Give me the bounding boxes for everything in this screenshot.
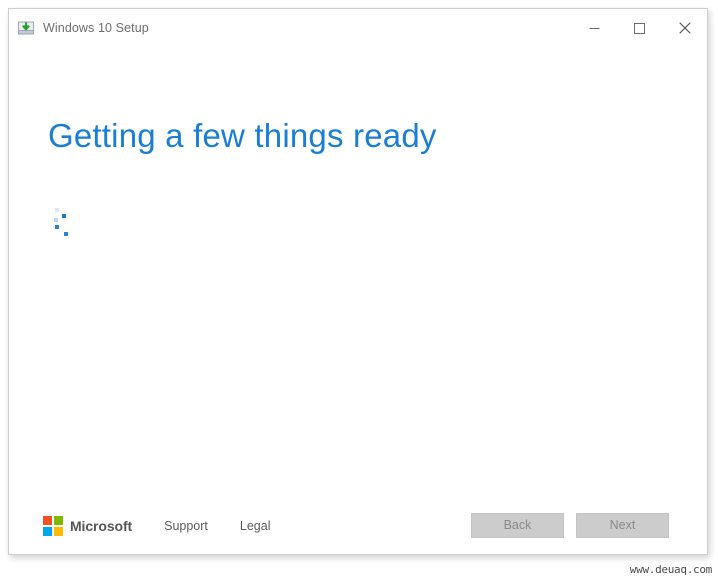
navigation-buttons: Back Next bbox=[471, 513, 669, 538]
close-button[interactable] bbox=[662, 9, 707, 47]
logo-square-yellow bbox=[54, 527, 63, 536]
close-icon bbox=[678, 22, 691, 34]
window-title: Windows 10 Setup bbox=[43, 21, 149, 35]
spinner-dot bbox=[62, 214, 66, 218]
microsoft-logo bbox=[43, 516, 63, 536]
support-link[interactable]: Support bbox=[164, 519, 208, 533]
title-bar-left: Windows 10 Setup bbox=[9, 19, 149, 37]
next-button[interactable]: Next bbox=[576, 513, 669, 538]
setup-window: Windows 10 Setup Getting a few things re… bbox=[8, 8, 708, 555]
logo-square-green bbox=[54, 516, 63, 525]
title-bar[interactable]: Windows 10 Setup bbox=[9, 9, 707, 47]
legal-link[interactable]: Legal bbox=[240, 519, 271, 533]
spinner-dot bbox=[55, 208, 59, 212]
windows-setup-download-icon bbox=[17, 19, 35, 37]
microsoft-wordmark: Microsoft bbox=[70, 518, 133, 534]
maximize-button[interactable] bbox=[617, 9, 662, 47]
loading-spinner bbox=[49, 205, 83, 245]
back-button[interactable]: Back bbox=[471, 513, 564, 538]
setup-content: Getting a few things ready Microsoft Sup… bbox=[9, 47, 707, 554]
spinner-dot bbox=[64, 232, 68, 236]
maximize-icon bbox=[634, 22, 645, 34]
footer-left-group: Microsoft Support Legal bbox=[43, 516, 270, 536]
site-watermark: www.deuaq.com bbox=[629, 563, 713, 576]
setup-footer: Microsoft Support Legal Back Next bbox=[9, 490, 707, 554]
minimize-button[interactable] bbox=[572, 9, 617, 47]
minimize-icon bbox=[589, 23, 600, 34]
window-controls bbox=[572, 9, 707, 47]
spinner-dot bbox=[55, 225, 59, 229]
logo-square-blue bbox=[43, 527, 52, 536]
logo-square-red bbox=[43, 516, 52, 525]
page-title: Getting a few things ready bbox=[48, 117, 437, 154]
spinner-dot bbox=[54, 218, 58, 222]
